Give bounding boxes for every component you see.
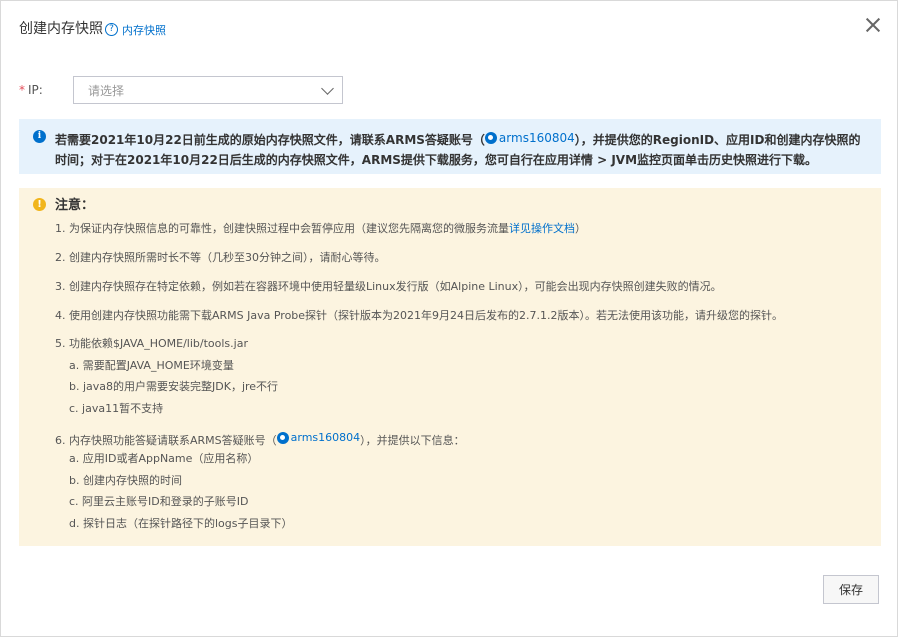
notice-item-6c: c. 阿里云主账号ID和登录的子账号ID [69, 495, 249, 508]
arms-account-link[interactable]: arms160804 [484, 128, 575, 148]
info-text-before: 若需要2021年10月22日前生成的原始内存快照文件，请联系ARMS答疑账号（ [55, 133, 485, 147]
notice-item-1-text: 1. 为保证内存快照信息的可靠性，创建快照过程中会暂停应用（建议您先隔离您的微服… [55, 222, 509, 235]
ip-label: IP: [28, 83, 43, 97]
notice-message: ! 注意： 1. 为保证内存快照信息的可靠性，创建快照过程中会暂停应用（建议您先… [19, 188, 881, 546]
arms-account-link-2[interactable]: arms160804 [276, 430, 361, 446]
notice-item-1-end: ） [575, 222, 586, 235]
notice-item-6a: a. 应用ID或者AppName（应用名称） [69, 452, 259, 465]
create-memory-snapshot-dialog: 创建内存快照 ? 内存快照 * IP: 请选择 i 若需要2021年10月22日… [0, 0, 898, 637]
notice-item-5c: c. java11暂不支持 [69, 402, 164, 415]
notice-item-6-after: ），并提供以下信息： [360, 434, 465, 447]
close-icon[interactable] [865, 17, 881, 33]
notice-item-6d: d. 探针日志（在探针路径下的logs子目录下） [69, 517, 293, 530]
notice-item-4: 4. 使用创建内存快照功能需下载ARMS Java Probe探针（探针版本为2… [55, 309, 784, 322]
required-mark: * [19, 83, 25, 97]
operation-doc-link[interactable]: 详见操作文档 [509, 222, 575, 235]
notice-item-5b: b. java8的用户需要安装完整JDK，jre不行 [69, 380, 279, 393]
notice-item-2: 2. 创建内存快照所需时长不等（几秒至30分钟之间），请耐心等待。 [55, 251, 386, 264]
help-icon[interactable]: ? [105, 23, 118, 36]
save-button[interactable]: 保存 [823, 575, 879, 604]
memory-snapshot-help-link[interactable]: 内存快照 [122, 22, 166, 38]
arms-account-name: arms160804 [498, 131, 575, 145]
dialog-header: 创建内存快照 ? 内存快照 [19, 17, 166, 39]
dingtalk-icon [484, 132, 497, 144]
notice-item-6b: b. 创建内存快照的时间 [69, 474, 182, 487]
dingtalk-icon [276, 432, 289, 444]
info-text: 若需要2021年10月22日前生成的原始内存快照文件，请联系ARMS答疑账号（ a… [55, 128, 869, 170]
notice-item-1: 1. 为保证内存快照信息的可靠性，创建快照过程中会暂停应用（建议您先隔离您的微服… [55, 221, 586, 237]
ip-select-placeholder: 请选择 [88, 83, 125, 98]
notice-item-5a: a. 需要配置JAVA_HOME环境变量 [69, 359, 234, 372]
info-message: i 若需要2021年10月22日前生成的原始内存快照文件，请联系ARMS答疑账号… [19, 119, 881, 174]
ip-select[interactable]: 请选择 [73, 76, 343, 104]
arms-account-name-2: arms160804 [290, 431, 361, 444]
notice-item-3: 3. 创建内存快照存在特定依赖，例如若在容器环境中使用轻量级Linux发行版（如… [55, 280, 722, 293]
notice-title: 注意： [55, 198, 95, 213]
warning-icon: ! [33, 198, 46, 211]
info-icon: i [33, 130, 46, 143]
notice-item-6: 6. 内存快照功能答疑请联系ARMS答疑账号（ arms160804 ），并提供以下… [55, 430, 465, 449]
notice-item-6-before: 6. 内存快照功能答疑请联系ARMS答疑账号（ [55, 434, 277, 447]
dialog-title: 创建内存快照 [19, 21, 103, 37]
ip-form-row: * IP: 请选择 [19, 76, 343, 104]
chevron-down-icon [321, 82, 334, 95]
notice-item-5: 5. 功能依赖$JAVA_HOME/lib/tools.jar [55, 337, 248, 350]
